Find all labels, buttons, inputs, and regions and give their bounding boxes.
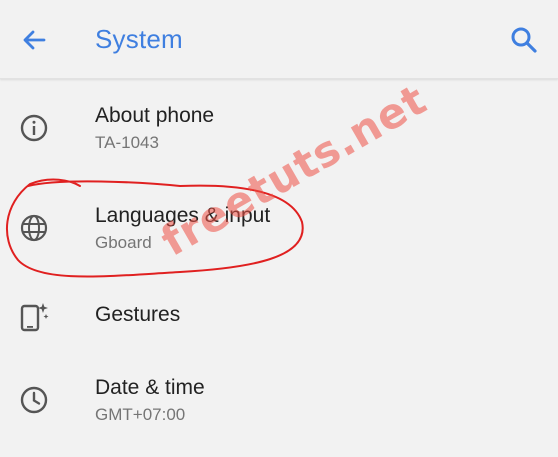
globe-icon	[20, 214, 48, 242]
info-icon	[20, 114, 48, 142]
search-button[interactable]	[508, 24, 540, 56]
item-title: Languages & input	[95, 204, 271, 227]
item-subtitle: TA-1043	[95, 133, 159, 152]
arrow-left-icon	[23, 30, 46, 50]
gestures-phone-icon	[20, 303, 49, 332]
settings-item-languages-input[interactable]: Languages & input Gboard	[0, 180, 558, 278]
settings-item-about-phone[interactable]: About phone TA-1043	[0, 80, 558, 178]
item-title: Gestures	[95, 303, 181, 326]
clock-icon	[20, 386, 48, 414]
back-button[interactable]	[18, 24, 50, 56]
item-title: Date & time	[95, 376, 205, 399]
item-subtitle: Gboard	[95, 233, 152, 252]
settings-item-date-time[interactable]: Date & time GMT+07:00	[0, 352, 558, 450]
item-title: About phone	[95, 104, 215, 127]
search-icon	[511, 27, 537, 53]
app-bar: System	[0, 0, 558, 79]
page-title: System	[95, 24, 183, 54]
item-subtitle: GMT+07:00	[95, 405, 186, 424]
